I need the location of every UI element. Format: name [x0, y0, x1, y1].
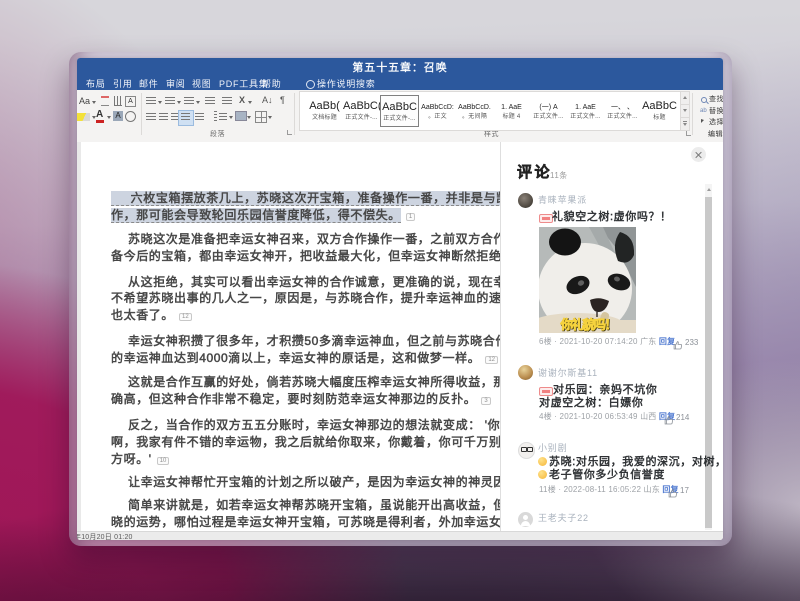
svg-text:你礼貌吗！: 你礼貌吗！ — [559, 317, 615, 332]
